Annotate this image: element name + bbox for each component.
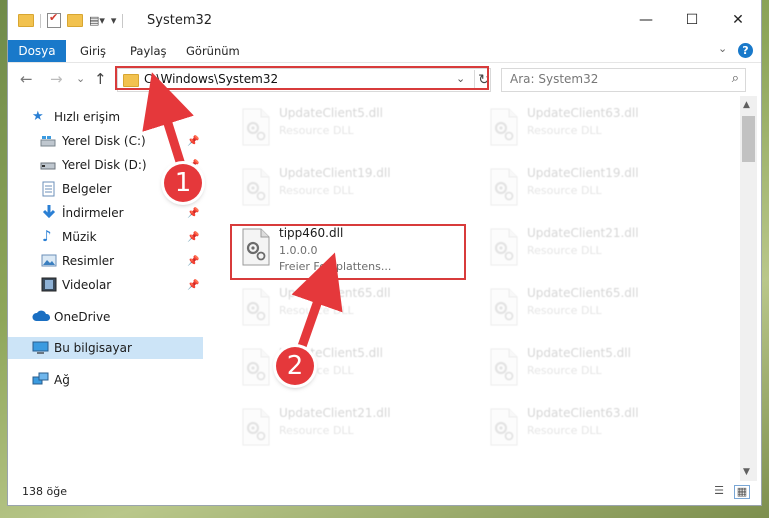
arrow-2 xyxy=(291,252,343,357)
step-badge-2: 2 xyxy=(276,347,314,385)
step-badge-1: 1 xyxy=(164,164,202,202)
annotation-arrows xyxy=(142,72,343,357)
arrow-1 xyxy=(142,72,194,173)
